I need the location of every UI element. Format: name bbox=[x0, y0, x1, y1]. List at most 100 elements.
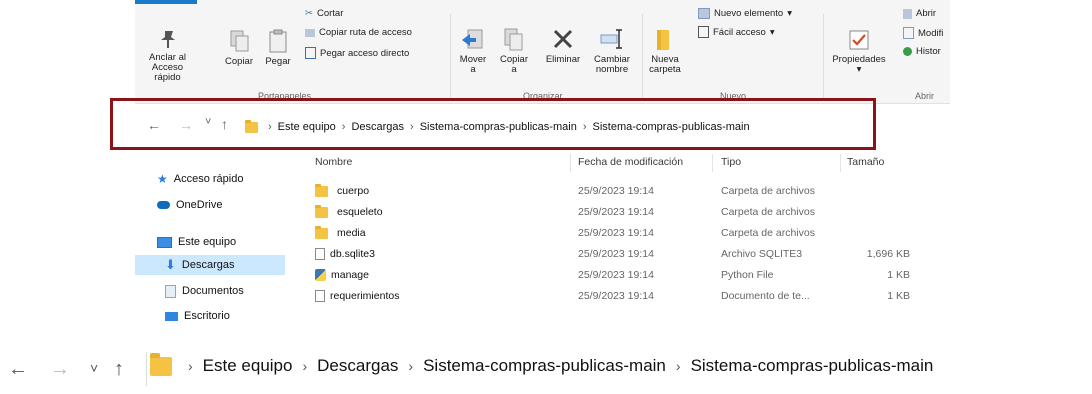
navigation-pane: ★ Acceso rápido OneDrive Este equipo ⬇ D… bbox=[135, 150, 295, 330]
file-date: 25/9/2023 19:14 bbox=[578, 290, 654, 302]
file-row[interactable]: media 25/9/2023 19:14 Carpeta de archivo… bbox=[295, 224, 950, 245]
file-date: 25/9/2023 19:14 bbox=[578, 206, 654, 218]
sidebar-item-label: Acceso rápido bbox=[173, 173, 244, 185]
open-icon bbox=[903, 8, 912, 19]
sidebar-item-acceso-rapido[interactable]: ★ Acceso rápido bbox=[157, 169, 243, 189]
sidebar-item-label: Documentos bbox=[182, 285, 244, 297]
sidebar-item-label: OneDrive bbox=[176, 199, 223, 211]
column-header-name[interactable]: Nombre bbox=[315, 156, 352, 168]
column-divider[interactable] bbox=[840, 154, 841, 172]
rename-button[interactable]: Cambiar nombre bbox=[589, 26, 635, 75]
file-name: cuerpo bbox=[337, 185, 370, 197]
easy-access-button[interactable]: Fácil acceso ▾ bbox=[698, 26, 775, 38]
star-icon: ★ bbox=[157, 172, 168, 186]
pin-quick-access-button[interactable]: Anclar al Acceso rápido bbox=[140, 28, 195, 83]
column-header-date[interactable]: Fecha de modificación bbox=[578, 156, 683, 168]
sidebar-item-este-equipo[interactable]: Este equipo bbox=[157, 232, 236, 252]
folder-icon bbox=[315, 225, 328, 239]
paste-shortcut-button[interactable]: Pegar acceso directo bbox=[305, 47, 409, 59]
ribbon-divider bbox=[642, 14, 643, 100]
python-file-icon bbox=[315, 269, 326, 281]
paste-button[interactable]: Pegar bbox=[258, 28, 298, 67]
new-item-label: Nuevo elemento bbox=[714, 8, 784, 19]
file-date: 25/9/2023 19:14 bbox=[578, 248, 654, 260]
move-label-2: a bbox=[470, 64, 476, 75]
recent-locations-icon[interactable]: ˅ bbox=[90, 360, 98, 376]
clipboard-icon bbox=[269, 29, 287, 53]
folder-icon bbox=[150, 352, 172, 376]
cut-button[interactable]: ✂ Cortar bbox=[305, 8, 343, 19]
file-icon bbox=[315, 290, 325, 302]
sidebar-item-descargas[interactable]: ⬇ Descargas bbox=[135, 255, 285, 275]
copy-label: Copiar bbox=[225, 56, 253, 67]
file-type: Python File bbox=[721, 269, 774, 281]
rename-icon bbox=[600, 29, 622, 49]
column-divider[interactable] bbox=[570, 154, 571, 172]
chevron-right-icon: › bbox=[675, 358, 681, 374]
chevron-right-icon: › bbox=[408, 358, 414, 374]
delete-label: Eliminar bbox=[545, 54, 581, 65]
move-to-button[interactable]: Mover a bbox=[453, 26, 493, 75]
sidebar-item-label: Este equipo bbox=[178, 236, 237, 248]
divider bbox=[146, 352, 147, 386]
open-label: Abrir bbox=[916, 8, 937, 19]
copy-button[interactable]: Copiar bbox=[219, 28, 259, 67]
file-row[interactable]: esqueleto 25/9/2023 19:14 Carpeta de arc… bbox=[295, 203, 950, 224]
dropdown-caret-icon: ▾ bbox=[769, 26, 775, 38]
file-type: Archivo SQLITE3 bbox=[721, 248, 803, 260]
file-row[interactable]: cuerpo 25/9/2023 19:14 Carpeta de archiv… bbox=[295, 182, 950, 203]
history-label: Histor bbox=[916, 46, 941, 57]
sidebar-item-escritorio[interactable]: Escritorio bbox=[165, 306, 230, 326]
file-row[interactable]: manage 25/9/2023 19:14 Python File 1 KB bbox=[295, 266, 950, 287]
up-arrow-icon[interactable]: ↑ bbox=[114, 358, 124, 381]
sidebar-item-onedrive[interactable]: OneDrive bbox=[157, 195, 222, 215]
modify-button[interactable]: Modifi bbox=[903, 27, 943, 39]
paste-label: Pegar bbox=[265, 56, 291, 67]
chevron-right-icon: › bbox=[188, 358, 193, 374]
properties-button[interactable]: Propiedades ▾ bbox=[827, 28, 891, 75]
file-name: media bbox=[337, 227, 366, 239]
ribbon-divider bbox=[450, 14, 451, 100]
copy-to-icon bbox=[504, 28, 523, 51]
delete-button[interactable]: Eliminar bbox=[541, 26, 585, 65]
file-size: 1 KB bbox=[887, 290, 910, 302]
forward-arrow-icon[interactable]: → bbox=[50, 358, 70, 381]
breadcrumb-descargas[interactable]: Descargas bbox=[317, 356, 398, 376]
file-type: Carpeta de archivos bbox=[721, 227, 815, 239]
move-to-icon bbox=[462, 29, 483, 49]
modify-icon bbox=[903, 27, 914, 39]
desktop-icon bbox=[165, 311, 178, 321]
rename-label-2: nombre bbox=[595, 64, 629, 75]
file-size: 1 KB bbox=[887, 269, 910, 281]
open-button[interactable]: Abrir bbox=[903, 8, 936, 19]
copy-path-button[interactable]: Copiar ruta de acceso bbox=[305, 27, 412, 38]
sidebar-item-label: Descargas bbox=[181, 259, 235, 271]
file-name: db.sqlite3 bbox=[330, 248, 375, 260]
file-date: 25/9/2023 19:14 bbox=[578, 227, 654, 239]
sidebar-item-documentos[interactable]: Documentos bbox=[165, 281, 244, 301]
column-header-type[interactable]: Tipo bbox=[721, 156, 741, 168]
copy-path-label: Copiar ruta de acceso bbox=[319, 27, 412, 38]
column-divider[interactable] bbox=[712, 154, 713, 172]
column-header-size[interactable]: Tamaño bbox=[847, 156, 884, 168]
new-item-button[interactable]: Nuevo elemento ▾ bbox=[698, 8, 792, 19]
active-tab-indicator bbox=[135, 0, 197, 4]
file-size: 1,696 KB bbox=[866, 248, 910, 260]
address-bar[interactable]: › Este equipo › Descargas › Sistema-comp… bbox=[150, 352, 934, 376]
new-folder-label-2: carpeta bbox=[649, 64, 681, 75]
breadcrumb-project[interactable]: Sistema-compras-publicas-main bbox=[423, 356, 666, 376]
easy-access-label: Fácil acceso bbox=[713, 26, 766, 38]
file-row[interactable]: requerimientos 25/9/2023 19:14 Documento… bbox=[295, 287, 950, 308]
cut-label: Cortar bbox=[316, 8, 344, 19]
breadcrumb-project-inner[interactable]: Sistema-compras-publicas-main bbox=[691, 356, 934, 376]
breadcrumb-este-equipo[interactable]: Este equipo bbox=[203, 356, 293, 376]
file-name: requerimientos bbox=[330, 290, 400, 302]
new-folder-button[interactable]: Nueva carpeta bbox=[645, 26, 685, 75]
address-bar-highlight bbox=[110, 98, 876, 150]
copy-to-button[interactable]: Copiar a bbox=[494, 26, 534, 75]
history-button[interactable]: Histor bbox=[903, 46, 941, 57]
file-row[interactable]: db.sqlite3 25/9/2023 19:14 Archivo SQLIT… bbox=[295, 245, 950, 266]
file-icon bbox=[315, 248, 325, 260]
back-arrow-icon[interactable]: ← bbox=[8, 358, 28, 381]
file-date: 25/9/2023 19:14 bbox=[578, 269, 654, 281]
